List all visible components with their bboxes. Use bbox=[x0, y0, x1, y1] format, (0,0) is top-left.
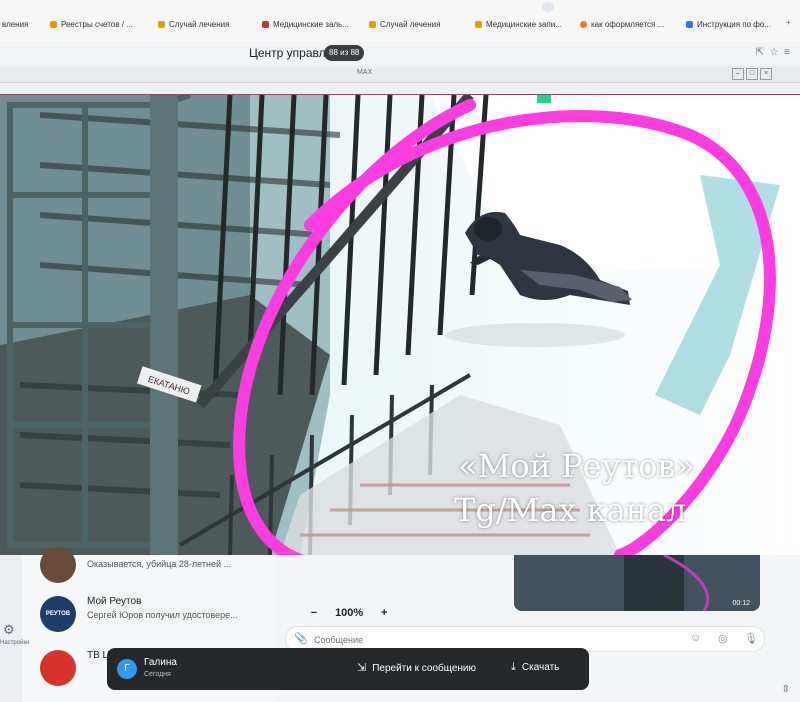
bookmark-icon bbox=[369, 21, 376, 28]
emoji-icon[interactable]: ☺ bbox=[690, 632, 701, 644]
viewer-image: ЕКАТАНЮ «Мой Реутов» Tg/Max канал bbox=[0, 94, 800, 556]
bookmark-icon bbox=[158, 21, 165, 28]
download-button[interactable]: ⤓ Скачать bbox=[511, 661, 559, 674]
sender-name: Галина bbox=[144, 657, 177, 668]
bookmark-item[interactable]: вления bbox=[2, 20, 28, 29]
avatar bbox=[40, 547, 76, 583]
star-icon[interactable]: ☆ bbox=[770, 47, 779, 58]
media-thumbnail bbox=[514, 555, 760, 611]
watermark-line-2: Tg/Max канал bbox=[454, 491, 687, 529]
bookmark-item[interactable]: Медицинские заль... bbox=[262, 20, 349, 29]
download-icon: ⤓ bbox=[511, 661, 516, 673]
share-icon[interactable]: ⇱ bbox=[756, 47, 764, 58]
chat-name: Мой Реутов bbox=[87, 596, 142, 607]
bookmark-icon bbox=[580, 21, 587, 28]
close-icon[interactable]: × bbox=[760, 68, 772, 80]
zoom-out-button[interactable]: − bbox=[306, 607, 322, 619]
bookmark-item[interactable]: Инструкция по фо... bbox=[686, 20, 771, 29]
browser-logo-icon bbox=[542, 2, 554, 12]
microphone-icon[interactable]: 🎙 bbox=[744, 632, 758, 645]
avatar bbox=[40, 650, 76, 686]
goto-message-icon: ⇲ bbox=[357, 662, 367, 674]
window-title: MAX bbox=[357, 69, 373, 76]
bookmark-icon bbox=[262, 21, 269, 28]
browser-bookmarks-bar: вления Реестры счетов / ... Случай лечен… bbox=[0, 0, 800, 42]
zoom-level: 100% bbox=[335, 607, 364, 619]
sender-time: Сегодня bbox=[144, 671, 171, 678]
bookmark-icon bbox=[475, 21, 482, 28]
sticker-icon[interactable]: ◎ bbox=[718, 632, 728, 645]
window-controls: – □ × bbox=[730, 68, 772, 80]
maximize-icon[interactable]: □ bbox=[746, 68, 758, 80]
settings-label: Настройки bbox=[0, 640, 30, 646]
settings-icon[interactable]: ⚙ bbox=[3, 622, 15, 638]
attach-icon[interactable]: 📎 bbox=[294, 632, 308, 645]
zoom-controls: − 100% + bbox=[306, 607, 392, 619]
goto-message-button[interactable]: ⇲ Перейти к сообщению bbox=[357, 661, 476, 674]
bookmark-item[interactable]: Случай лечения bbox=[158, 20, 229, 29]
menu-icon[interactable]: ≡ bbox=[784, 47, 790, 58]
bookmark-item[interactable]: Медицинские запи... bbox=[475, 20, 562, 29]
media-preview[interactable]: 00:12 bbox=[514, 555, 760, 611]
header-icons: ⇱ ☆ ≡ bbox=[756, 47, 790, 58]
bookmark-item[interactable]: как оформляется ... bbox=[580, 20, 664, 29]
minimize-icon[interactable]: – bbox=[732, 68, 744, 80]
page-indicator: 88 из 88 bbox=[324, 45, 365, 61]
window-titlebar: MAX – □ × bbox=[0, 66, 800, 83]
message-input[interactable] bbox=[312, 631, 676, 649]
media-duration: 00:12 bbox=[732, 600, 750, 607]
bookmark-icon bbox=[686, 21, 693, 28]
resize-handle-icon[interactable]: ⇳ bbox=[782, 684, 790, 695]
viewer-toolbar: Г Галина Сегодня ⇲ Перейти к сообщению ⤓ С… bbox=[107, 648, 589, 690]
chat-preview: Сергей Юров получил удостовере... bbox=[87, 610, 238, 620]
sender-avatar: Г bbox=[117, 659, 137, 679]
avatar: РЕУТОВ bbox=[40, 596, 76, 632]
bookmark-item[interactable]: Случай лечения bbox=[369, 20, 440, 29]
bookmark-item[interactable]: Реестры счетов / ... bbox=[50, 20, 133, 29]
bookmark-icon bbox=[50, 21, 57, 28]
watermark-line-1: «Мой Реутов» bbox=[458, 447, 695, 485]
stairwell-photo: ЕКАТАНЮ bbox=[0, 95, 800, 555]
bookmarks-more-icon[interactable]: + bbox=[786, 18, 791, 27]
app-header: Центр управлен 88 из 88 ⇱ ☆ ≡ bbox=[0, 42, 800, 66]
zoom-in-button[interactable]: + bbox=[376, 607, 392, 619]
chat-preview: Оказывается, убийца 28-летней ... bbox=[87, 559, 231, 569]
